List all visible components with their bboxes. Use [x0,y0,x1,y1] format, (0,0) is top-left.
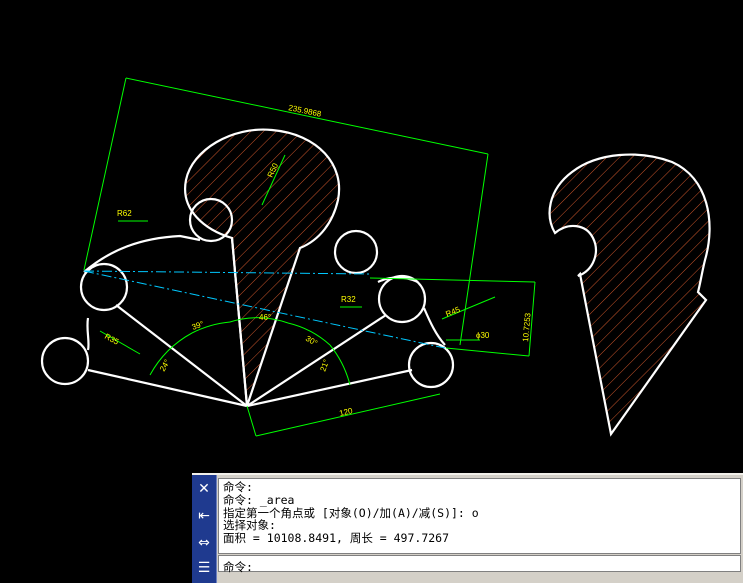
drawing-canvas[interactable]: 235.9868 R50 R62 R32 R45 R35 ϕ30 10.7253… [0,0,743,470]
dim-length-120: 120 [338,406,354,418]
dim-angle-21: 21° [318,358,331,372]
dim-r45: R45 [444,305,461,319]
hatch-region-left [185,129,340,406]
dim-r32: R32 [341,295,356,304]
dim-angle-30: 30° [304,334,319,348]
history-line: 命令: _area [223,492,295,507]
resize-icon[interactable]: ⇔ [194,533,214,553]
dim-dia30: ϕ30 [476,331,490,340]
command-window[interactable]: ✕ ⇤ ⇔ ☰ 命令: 命令: _area 指定第一个角点或 [对象(O)/加(… [192,473,743,583]
command-prompt: 命令: [223,560,253,574]
command-window-bottom-bar [218,573,741,583]
circle-hole-bottom-right [407,341,455,389]
history-line: 命令: [223,480,253,494]
dim-r62: R62 [117,209,132,218]
dock-icon[interactable]: ⇤ [194,506,214,526]
circle-hole-top-right [333,229,379,275]
dim-aligned-length: 235.9868 [288,103,323,119]
dimension-lines [83,77,536,437]
history-line: 指定第一个角点或 [对象(O)/加(A)/减(S)]: o [223,505,479,520]
circle-hole-bottom-left [40,336,90,386]
part-outline-right[interactable] [548,153,711,437]
dim-r35: R35 [103,332,121,347]
dim-angle-46: 46° [259,313,271,322]
history-line: 面积 = 10108.8491, 周长 = 497.7267 [223,531,450,546]
properties-icon[interactable]: ☰ [194,558,214,578]
command-input[interactable]: 命令: [218,555,741,574]
command-window-toolbar: ✕ ⇤ ⇔ ☰ [192,475,217,583]
close-icon[interactable]: ✕ [194,479,214,499]
dim-angle-39: 39° [191,319,205,332]
command-history[interactable]: 命令: 命令: _area 指定第一个角点或 [对象(O)/加(A)/减(S)]… [218,478,741,554]
